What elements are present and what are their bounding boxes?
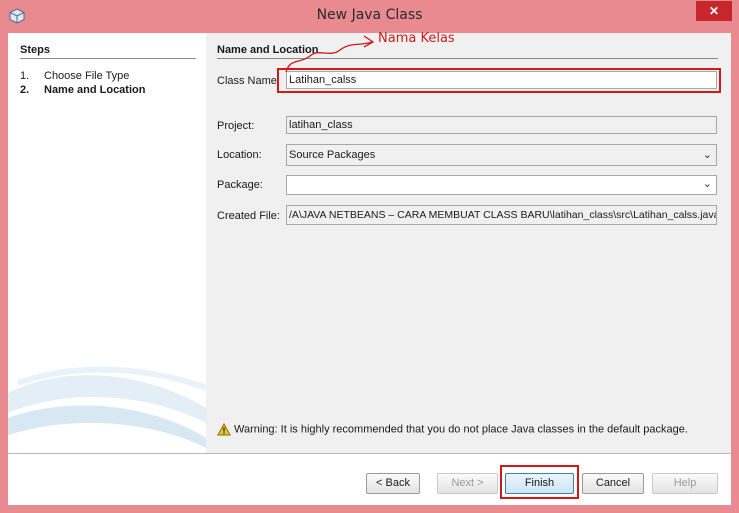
dialog-content: Steps 1. Choose File Type 2. Name and Loca… — [8, 33, 731, 505]
project-field: latihan_class — [286, 116, 717, 134]
step-label: Choose File Type — [44, 70, 130, 82]
window-title: New Java Class — [316, 7, 423, 23]
netbeans-swoosh-decoration — [8, 366, 206, 448]
finish-highlight — [500, 465, 579, 499]
steps-panel: Steps 1. Choose File Type 2. Name and Loca… — [8, 33, 206, 453]
warning-triangle-icon — [217, 423, 231, 436]
package-label: Package: — [217, 179, 263, 191]
warning-text: Warning: It is highly recommended that y… — [234, 423, 688, 436]
next-button[interactable]: Next > — [437, 473, 498, 494]
created-file-label: Created File: — [217, 210, 280, 222]
created-file-field: /A\JAVA NETBEANS – CARA MEMBUAT CLASS BA… — [286, 205, 717, 225]
location-label: Location: — [217, 149, 262, 161]
dialog-window: New Java Class ✕ Steps 1. Choose File Typ… — [0, 0, 739, 513]
warning-message: Warning: It is highly recommended that y… — [217, 423, 688, 436]
chevron-down-icon[interactable]: ⌄ — [703, 176, 712, 192]
button-bar-divider — [8, 453, 731, 454]
class-name-label: Class Name: — [217, 75, 280, 87]
annotation-label: Nama Kelas — [378, 31, 455, 46]
step-name-and-location: 2. Name and Location — [20, 84, 145, 96]
step-number: 2. — [20, 84, 30, 96]
cancel-button[interactable]: Cancel — [582, 473, 644, 494]
location-value: Source Packages — [289, 149, 376, 161]
step-number: 1. — [20, 70, 30, 82]
help-button[interactable]: Help — [652, 473, 718, 494]
form-panel: Name and Location Class Name: Latihan_ca… — [206, 33, 731, 453]
chevron-down-icon: ⌄ — [702, 149, 712, 161]
steps-divider — [20, 58, 196, 59]
steps-heading: Steps — [20, 44, 50, 56]
location-dropdown[interactable]: Source Packages ⌄ — [286, 144, 717, 166]
package-combobox[interactable]: ⌄ — [286, 175, 717, 195]
back-button[interactable]: < Back — [366, 473, 420, 494]
step-label: Name and Location — [44, 84, 146, 96]
close-button[interactable]: ✕ — [696, 1, 732, 21]
step-choose-file-type: 1. Choose File Type — [20, 70, 129, 82]
annotation-arrow — [285, 35, 375, 73]
project-label: Project: — [217, 120, 255, 132]
